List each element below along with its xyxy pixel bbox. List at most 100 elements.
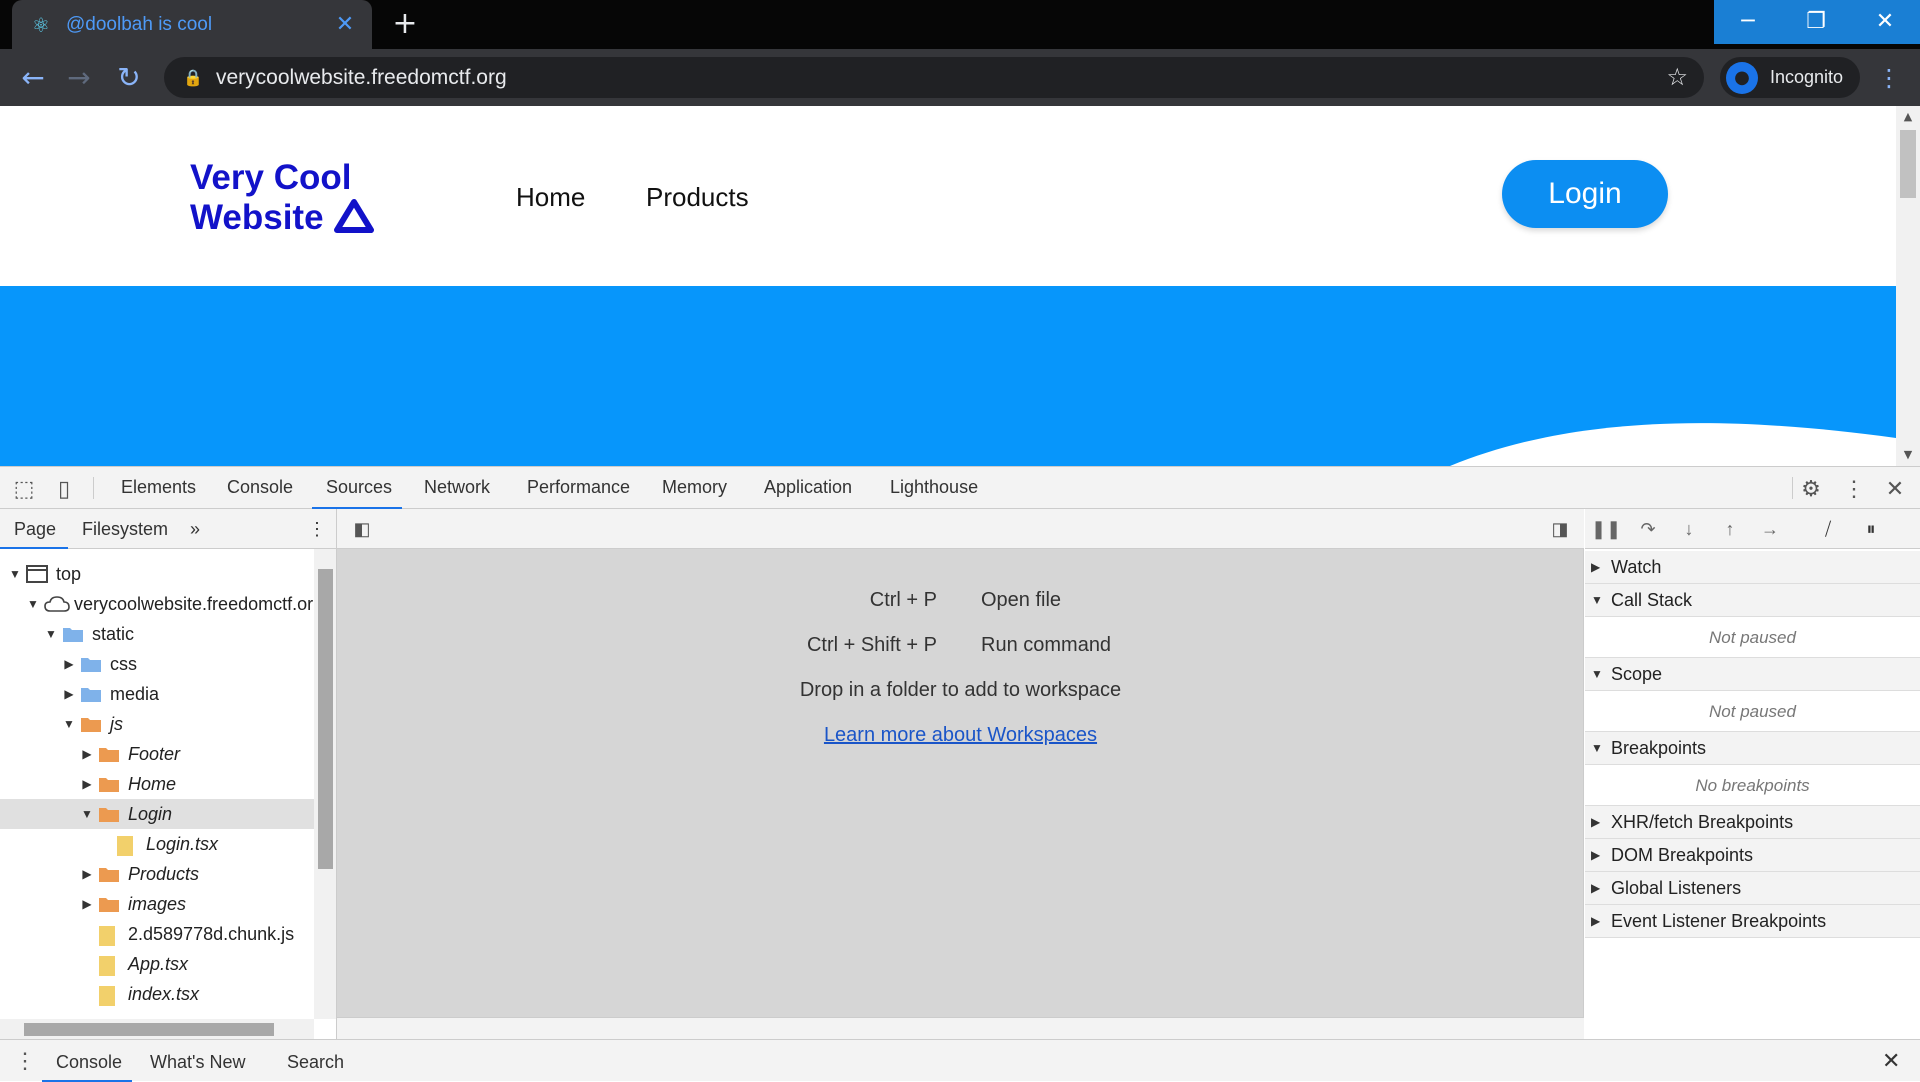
- tree-item-login[interactable]: ▼ Login: [0, 799, 314, 829]
- section-event-listener-breakpoints[interactable]: ▶ Event Listener Breakpoints: [1585, 905, 1920, 938]
- section-watch[interactable]: ▶ Watch: [1585, 551, 1920, 584]
- drawer-close-icon[interactable]: ✕: [1882, 1048, 1900, 1074]
- expand-right-arrow-icon[interactable]: ▶: [80, 777, 94, 791]
- page-scroll-thumb[interactable]: [1900, 130, 1916, 198]
- expand-right-arrow-icon[interactable]: ▶: [1591, 848, 1611, 862]
- minimize-button[interactable]: ─: [1714, 0, 1782, 44]
- expand-right-arrow-icon[interactable]: ▶: [1591, 815, 1611, 829]
- browser-tab[interactable]: ⚛ @doolbah is cool ✕: [12, 0, 372, 49]
- expand-down-arrow-icon[interactable]: ▼: [1591, 593, 1611, 607]
- bookmark-star-icon[interactable]: ☆: [1666, 63, 1688, 91]
- tree-item-verycoolwebsite-freedomctf-or[interactable]: ▼ verycoolwebsite.freedomctf.or: [0, 589, 314, 619]
- tab-console[interactable]: Console: [227, 477, 293, 498]
- new-tab-button[interactable]: +: [388, 8, 422, 42]
- login-button[interactable]: Login: [1502, 160, 1668, 228]
- tab-network[interactable]: Network: [424, 477, 490, 498]
- tree-item-2-d589778d-chunk-js[interactable]: 2.d589778d.chunk.js: [0, 919, 314, 949]
- navigator-vscroll-thumb[interactable]: [318, 569, 333, 869]
- address-bar[interactable]: 🔒 verycoolwebsite.freedomctf.org ☆: [164, 57, 1704, 98]
- drawer-tab-console[interactable]: Console: [56, 1052, 122, 1073]
- section-breakpoints[interactable]: ▼ Breakpoints: [1585, 732, 1920, 765]
- tab-close-icon[interactable]: ✕: [332, 12, 358, 38]
- expand-down-arrow-icon[interactable]: ▼: [26, 597, 40, 611]
- section-call-stack[interactable]: ▼ Call Stack: [1585, 584, 1920, 617]
- restore-button[interactable]: ❐: [1782, 0, 1850, 44]
- nav-tab-filesystem[interactable]: Filesystem: [82, 519, 168, 540]
- expand-down-arrow-icon[interactable]: ▼: [1591, 667, 1611, 681]
- more-tabs-chevron-icon[interactable]: »: [190, 519, 200, 540]
- devtools-menu-icon[interactable]: ⋮: [1840, 475, 1868, 503]
- tree-item-home[interactable]: ▶ Home: [0, 769, 314, 799]
- expand-right-arrow-icon[interactable]: ▶: [80, 747, 94, 761]
- expand-down-arrow-icon[interactable]: ▼: [44, 627, 58, 641]
- toggle-navigator-icon[interactable]: ◧: [349, 517, 375, 541]
- tree-item-images[interactable]: ▶ images: [0, 889, 314, 919]
- step-icon[interactable]: →: [1755, 517, 1785, 541]
- navigator-menu-icon[interactable]: ⋮: [308, 519, 326, 540]
- expand-right-arrow-icon[interactable]: ▶: [80, 867, 94, 881]
- settings-gear-icon[interactable]: ⚙: [1797, 475, 1825, 503]
- tree-item-app-tsx[interactable]: App.tsx: [0, 949, 314, 979]
- tree-item-top[interactable]: ▼ top: [0, 559, 314, 589]
- step-over-icon[interactable]: ↷: [1633, 517, 1663, 541]
- nav-home[interactable]: Home: [516, 182, 585, 213]
- drawer-tab-whats-new[interactable]: What's New: [150, 1052, 245, 1073]
- incognito-badge[interactable]: ● Incognito: [1720, 57, 1860, 98]
- expand-down-arrow-icon[interactable]: ▼: [8, 567, 22, 581]
- site-logo[interactable]: Very Cool Website: [190, 158, 374, 238]
- section-xhr-fetch-breakpoints[interactable]: ▶ XHR/fetch Breakpoints: [1585, 806, 1920, 839]
- scroll-up-icon[interactable]: ▲: [1896, 110, 1920, 123]
- pause-on-exceptions-icon[interactable]: ⏸: [1856, 517, 1886, 541]
- tree-item-login-tsx[interactable]: Login.tsx: [0, 829, 314, 859]
- tree-item-index-tsx[interactable]: index.tsx: [0, 979, 314, 1009]
- toggle-debugger-icon[interactable]: ◨: [1547, 517, 1573, 541]
- expand-right-arrow-icon[interactable]: ▶: [62, 657, 76, 671]
- expand-down-arrow-icon[interactable]: ▼: [62, 717, 76, 731]
- tree-item-css[interactable]: ▶ css: [0, 649, 314, 679]
- drawer-menu-icon[interactable]: ⋮: [14, 1048, 36, 1074]
- step-into-icon[interactable]: ↓: [1674, 517, 1704, 541]
- page-scrollbar[interactable]: ▲ ▼: [1896, 106, 1920, 466]
- section-global-listeners[interactable]: ▶ Global Listeners: [1585, 872, 1920, 905]
- section-dom-breakpoints[interactable]: ▶ DOM Breakpoints: [1585, 839, 1920, 872]
- section-scope[interactable]: ▼ Scope: [1585, 658, 1920, 691]
- expand-down-arrow-icon[interactable]: ▼: [1591, 741, 1611, 755]
- tab-sources[interactable]: Sources: [326, 477, 392, 498]
- tree-item-label: images: [128, 893, 187, 914]
- navigator-hscroll-thumb[interactable]: [24, 1023, 274, 1036]
- nav-products[interactable]: Products: [646, 182, 749, 213]
- browser-menu-icon[interactable]: ⋮: [1876, 61, 1902, 95]
- tree-item-static[interactable]: ▼ static: [0, 619, 314, 649]
- tree-item-media[interactable]: ▶ media: [0, 679, 314, 709]
- expand-right-arrow-icon[interactable]: ▶: [80, 897, 94, 911]
- tree-item-js[interactable]: ▼ js: [0, 709, 314, 739]
- back-button[interactable]: ←: [16, 61, 50, 95]
- scroll-down-icon[interactable]: ▼: [1896, 448, 1920, 461]
- expand-right-arrow-icon[interactable]: ▶: [1591, 914, 1611, 928]
- tree-item-products[interactable]: ▶ Products: [0, 859, 314, 889]
- close-window-button[interactable]: ✕: [1850, 0, 1920, 44]
- tab-application[interactable]: Application: [764, 477, 852, 498]
- navigator-vscrollbar[interactable]: [314, 549, 336, 1019]
- step-out-icon[interactable]: ↑: [1715, 517, 1745, 541]
- forward-button[interactable]: →: [62, 61, 96, 95]
- tab-memory[interactable]: Memory: [662, 477, 727, 498]
- devtools-close-icon[interactable]: ✕: [1881, 475, 1909, 503]
- tab-elements[interactable]: Elements: [121, 477, 196, 498]
- navigator-hscrollbar[interactable]: [0, 1019, 314, 1039]
- tree-item-footer[interactable]: ▶ Footer: [0, 739, 314, 769]
- reload-button[interactable]: ↻: [112, 61, 146, 95]
- learn-workspaces-link[interactable]: Learn more about Workspaces: [337, 724, 1584, 747]
- inspect-element-icon[interactable]: ⬚: [10, 475, 38, 503]
- expand-right-arrow-icon[interactable]: ▶: [1591, 560, 1611, 574]
- deactivate-breakpoints-icon[interactable]: ⧸: [1813, 517, 1843, 541]
- expand-down-arrow-icon[interactable]: ▼: [80, 807, 94, 821]
- expand-right-arrow-icon[interactable]: ▶: [1591, 881, 1611, 895]
- drawer-tab-search[interactable]: Search: [287, 1052, 344, 1073]
- tab-performance[interactable]: Performance: [527, 477, 630, 498]
- nav-tab-page[interactable]: Page: [14, 519, 56, 540]
- tab-lighthouse[interactable]: Lighthouse: [890, 477, 978, 498]
- device-toolbar-icon[interactable]: ▯: [50, 475, 78, 503]
- expand-right-arrow-icon[interactable]: ▶: [62, 687, 76, 701]
- pause-icon[interactable]: ❚❚: [1591, 517, 1621, 541]
